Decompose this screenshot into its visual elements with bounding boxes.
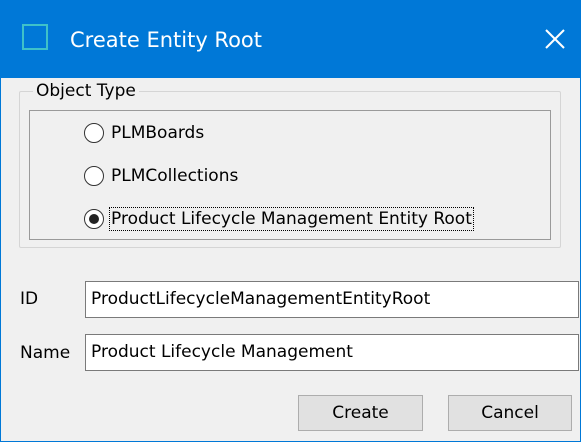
title-bar[interactable]: Create Entity Root xyxy=(1,1,580,78)
create-button[interactable]: Create xyxy=(298,395,423,431)
id-field[interactable]: ProductLifecycleManagementEntityRoot xyxy=(85,281,579,318)
close-icon xyxy=(545,29,565,49)
radio-button-selected[interactable] xyxy=(84,209,104,229)
window-title: Create Entity Root xyxy=(70,28,263,52)
radio-option-plmcollections[interactable]: PLMCollections xyxy=(84,163,239,189)
id-label: ID xyxy=(20,289,39,309)
radio-button[interactable] xyxy=(84,123,104,143)
radio-label: PLMBoards xyxy=(111,123,205,143)
name-field[interactable]: Product Lifecycle Management xyxy=(85,334,579,371)
create-entity-root-dialog: Create Entity Root Object Type PLMBoards… xyxy=(0,0,581,442)
object-type-radio-list: PLMBoards PLMCollections Product Lifecyc… xyxy=(29,110,551,240)
name-label: Name xyxy=(20,343,71,363)
radio-label: Product Lifecycle Management Entity Root xyxy=(109,207,474,231)
radio-label: PLMCollections xyxy=(111,166,239,186)
radio-option-product-lifecycle-management-entity-root[interactable]: Product Lifecycle Management Entity Root xyxy=(84,206,474,232)
object-type-legend: Object Type xyxy=(33,80,139,102)
radio-button[interactable] xyxy=(84,166,104,186)
close-button[interactable] xyxy=(533,19,577,59)
window-app-icon xyxy=(22,24,48,50)
dialog-content: Object Type PLMBoards PLMCollections Pro… xyxy=(1,78,580,441)
cancel-button[interactable]: Cancel xyxy=(448,395,572,431)
radio-option-plmboards[interactable]: PLMBoards xyxy=(84,120,205,146)
object-type-group: Object Type PLMBoards PLMCollections Pro… xyxy=(19,80,561,248)
